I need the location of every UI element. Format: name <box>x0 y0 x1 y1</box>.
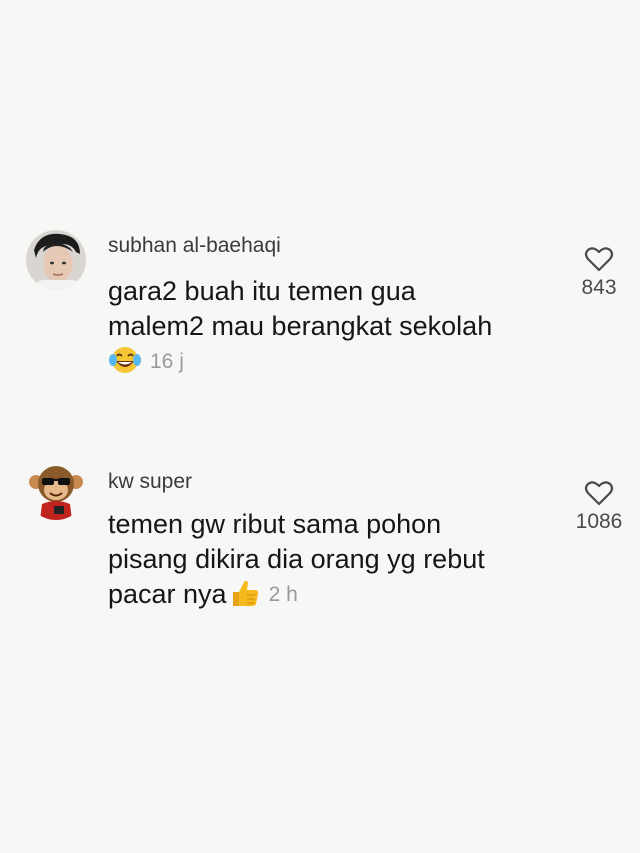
like-count: 843 <box>581 276 617 299</box>
laughing-tears-emoji-icon <box>109 347 141 373</box>
avatar[interactable] <box>26 230 86 290</box>
comment-meta-line: 16 j <box>108 344 558 379</box>
like-button[interactable]: 843 <box>559 246 639 300</box>
heart-icon <box>584 247 614 272</box>
comment-text-line: pisang dikira dia orang yg rebut <box>108 544 485 574</box>
like-count: 1086 <box>575 510 623 533</box>
comment-text: gara2 buah itu temen gua malem2 mau bera… <box>108 274 558 379</box>
comment-meta-line: pacar nya 2 h <box>108 577 558 612</box>
comment-username[interactable]: subhan al-baehaqi <box>108 234 281 258</box>
comment-timestamp: 16 j <box>150 350 184 373</box>
thumbs-up-emoji-icon <box>232 580 258 606</box>
comment-text: temen gw ribut sama pohon pisang dikira … <box>108 507 558 612</box>
comment-text-tail: pacar nya <box>108 579 227 609</box>
comment-username[interactable]: kw super <box>108 470 192 494</box>
avatar[interactable] <box>26 460 86 520</box>
like-button[interactable]: 1086 <box>559 480 639 534</box>
comment-text-line: malem2 mau berangkat sekolah <box>108 311 493 341</box>
comment-timestamp: 2 h <box>268 583 298 606</box>
heart-icon <box>584 481 614 506</box>
comment-text-line: gara2 buah itu temen gua <box>108 276 416 306</box>
comment-text-line: temen gw ribut sama pohon <box>108 509 442 539</box>
